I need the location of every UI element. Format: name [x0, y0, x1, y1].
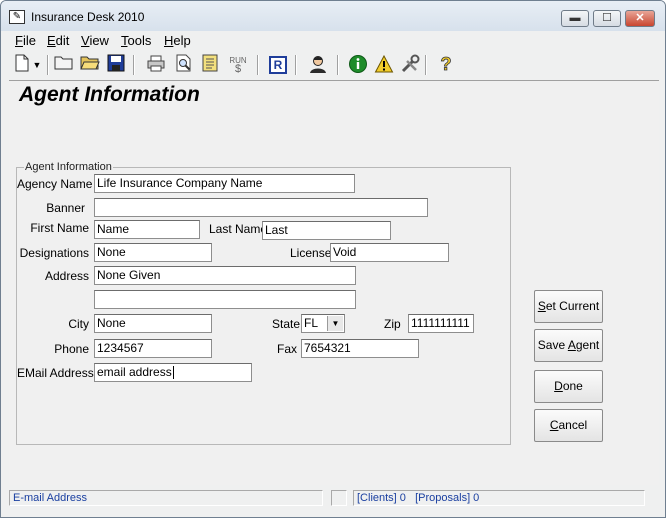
open-file-icon[interactable]: [79, 54, 101, 76]
status-counts: [Clients] 0 [Proposals] 0: [353, 490, 645, 506]
last-name-field[interactable]: Last: [262, 221, 391, 240]
app-window: ✎ Insurance Desk 2010 ▬ ☐ ✕ File Edit Vi…: [0, 0, 666, 518]
run-icon[interactable]: RUN $: [227, 54, 249, 76]
last-name-label: Last Name: [209, 222, 268, 236]
tools-icon[interactable]: [399, 54, 421, 76]
window-title: Insurance Desk 2010: [31, 10, 145, 24]
info-icon[interactable]: [347, 54, 369, 76]
banner-field[interactable]: [94, 198, 428, 217]
save-icon[interactable]: [105, 54, 127, 76]
print-icon[interactable]: [145, 54, 167, 76]
toolbar-separator: [337, 55, 339, 75]
report-icon[interactable]: [199, 54, 221, 76]
dropdown-arrow-icon[interactable]: ▼: [31, 54, 43, 76]
agency-name-field[interactable]: Life Insurance Company Name: [94, 174, 355, 193]
text-caret: [172, 366, 174, 380]
state-select[interactable]: FL ▼: [301, 314, 345, 333]
city-label: City: [68, 317, 89, 331]
app-icon[interactable]: ✎: [9, 10, 25, 24]
phone-field[interactable]: 1234567: [94, 339, 212, 358]
page-title: Agent Information: [19, 83, 200, 106]
print-preview-icon[interactable]: [173, 54, 195, 76]
zip-field[interactable]: 1111111111: [408, 314, 474, 333]
clients-count: [Clients] 0: [357, 492, 406, 504]
menu-tools[interactable]: Tools: [121, 33, 151, 48]
r-label: R: [269, 56, 287, 74]
toolbar-separator: [47, 55, 49, 75]
warning-icon[interactable]: [373, 54, 395, 76]
fax-field[interactable]: 7654321: [301, 339, 419, 358]
help-icon[interactable]: ?: [435, 54, 457, 76]
license-field[interactable]: Void: [330, 243, 449, 262]
address-line1-field[interactable]: None Given: [94, 266, 356, 285]
city-field[interactable]: None: [94, 314, 212, 333]
title-bar[interactable]: ✎ Insurance Desk 2010 ▬ ☐ ✕: [1, 1, 665, 31]
minimize-button[interactable]: ▬: [561, 10, 589, 27]
designations-field[interactable]: None: [94, 243, 212, 262]
menu-view[interactable]: View: [81, 33, 109, 48]
email-value: email address: [97, 365, 172, 379]
agent-icon[interactable]: [307, 54, 329, 76]
zip-label: Zip: [384, 317, 401, 331]
svg-text:?: ?: [441, 54, 452, 74]
set-current-button[interactable]: Set Current: [534, 290, 603, 323]
toolbar: ▼ RUN $ R ?: [9, 53, 659, 79]
address-line2-field[interactable]: [94, 290, 356, 309]
email-label: EMail Address: [17, 366, 94, 380]
maximize-button[interactable]: ☐: [593, 10, 621, 27]
done-button[interactable]: Done: [534, 370, 603, 403]
run-symbol: $: [234, 63, 242, 75]
menu-help[interactable]: Help: [164, 33, 191, 48]
proposals-count: [Proposals] 0: [415, 492, 480, 504]
first-name-field[interactable]: Name: [94, 220, 200, 239]
address-label: Address: [44, 269, 89, 283]
toolbar-separator: [257, 55, 259, 75]
first-name-label: First Name: [30, 221, 89, 235]
chevron-down-icon[interactable]: ▼: [327, 316, 343, 331]
cancel-button[interactable]: Cancel: [534, 409, 603, 442]
main-content: Agent Information Agent Information Agen…: [9, 80, 659, 485]
menu-edit[interactable]: Edit: [47, 33, 69, 48]
agent-info-group: Agent Information Agency Name Life Insur…: [16, 161, 511, 445]
toolbar-separator: [425, 55, 427, 75]
agency-name-label: Agency Name: [17, 177, 93, 191]
new-document-icon[interactable]: [11, 54, 33, 76]
group-legend: Agent Information: [24, 161, 113, 173]
toolbar-separator: [133, 55, 135, 75]
designations-label: Designations: [19, 246, 89, 260]
state-label: State: [272, 317, 301, 331]
save-agent-button[interactable]: Save Agent: [534, 329, 603, 362]
close-button[interactable]: ✕: [625, 10, 655, 27]
open-folder-icon[interactable]: [53, 54, 75, 76]
phone-label: Phone: [54, 342, 89, 356]
state-value: FL: [304, 316, 319, 330]
status-message: E-mail Address: [9, 490, 323, 506]
r-icon[interactable]: R: [267, 54, 289, 76]
banner-label: Banner: [46, 201, 85, 215]
status-indicator: [331, 490, 347, 506]
license-label: License: [290, 246, 332, 260]
email-field[interactable]: email address: [94, 363, 252, 382]
fax-label: Fax: [277, 342, 298, 356]
toolbar-separator: [295, 55, 297, 75]
menu-file[interactable]: File: [15, 33, 36, 48]
status-bar: E-mail Address [Clients] 0 [Proposals] 0: [9, 487, 659, 507]
